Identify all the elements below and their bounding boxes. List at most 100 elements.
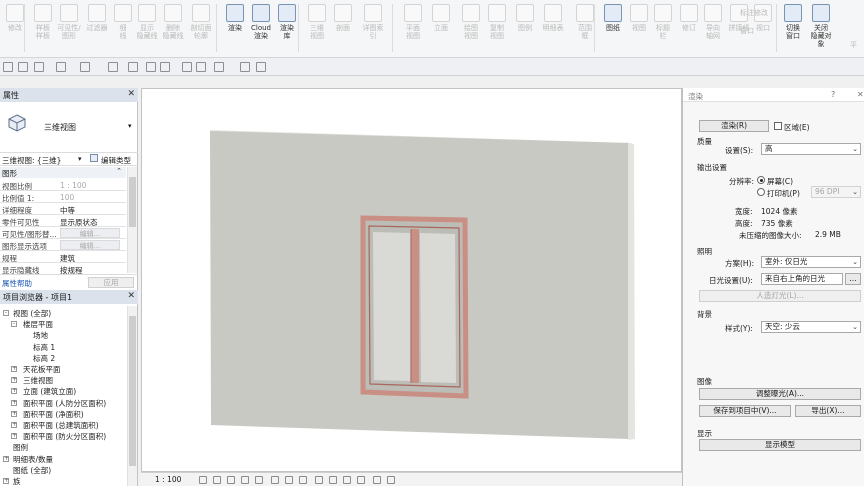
view-control-icon[interactable]	[285, 476, 293, 484]
view-control-icon[interactable]	[299, 476, 307, 484]
property-row[interactable]: 图形显示选项 编辑...	[0, 239, 126, 251]
background-style-select[interactable]: 天空: 少云 ⌄	[761, 321, 861, 333]
ribbon-button-15[interactable]: 立面	[428, 4, 454, 52]
instance-selector[interactable]: 三维视图: {三维}	[2, 155, 61, 166]
quick-access-tool-icon[interactable]	[240, 62, 250, 72]
ribbon-button-17[interactable]: 复制 视图	[484, 4, 510, 52]
ribbon-button-2[interactable]: 可见性/图形	[56, 4, 82, 52]
browser-item[interactable]: 楼层平面	[23, 319, 53, 330]
quality-setting-select[interactable]: 高 ⌄	[761, 143, 861, 155]
browser-item[interactable]: 明细表/数量	[13, 454, 53, 465]
browser-item[interactable]: 三维视图	[23, 375, 53, 386]
ribbon-button-28[interactable]: 切换 窗口	[780, 4, 806, 52]
properties-scrollbar[interactable]	[127, 167, 137, 273]
expand-icon[interactable]: +	[3, 478, 9, 484]
browser-scrollbar[interactable]	[127, 306, 137, 486]
ribbon-button-25[interactable]: 导向 轴网	[700, 4, 726, 52]
ribbon-button-29[interactable]: 关闭 隐藏对象	[808, 4, 834, 52]
properties-help-link[interactable]: 属性帮助	[2, 278, 32, 289]
apply-button[interactable]: 应用	[88, 277, 134, 288]
sun-setting-field[interactable]: 来自右上角的日光	[761, 273, 843, 285]
view-control-icon[interactable]	[373, 476, 381, 484]
ribbon-button-12[interactable]: 剖面	[330, 4, 356, 52]
render-button[interactable]: 渲染(R)	[699, 120, 769, 132]
browser-item[interactable]: 标高 1	[33, 342, 55, 353]
browser-item[interactable]: 面积平面 (净面积)	[23, 409, 84, 420]
ribbon-button-8[interactable]: 渲染	[222, 4, 248, 52]
quick-access-tool-icon[interactable]	[108, 62, 118, 72]
view-control-icon[interactable]	[271, 476, 279, 484]
type-dropdown-chevron-icon[interactable]: ▾	[128, 122, 132, 130]
ribbon-small-item[interactable]: 窗口	[740, 26, 754, 36]
collapse-icon[interactable]: -	[11, 321, 17, 328]
browser-item[interactable]: 标高 2	[33, 353, 55, 364]
view-control-icon[interactable]	[199, 476, 207, 484]
ribbon-button-13[interactable]: 详图索引	[360, 4, 386, 52]
ribbon-small-item[interactable]: 平	[850, 40, 857, 50]
printer-radio[interactable]	[757, 188, 765, 196]
ribbon-button-18[interactable]: 图例	[512, 4, 538, 52]
quick-access-tool-icon[interactable]	[182, 62, 192, 72]
property-edit-button[interactable]: 编辑...	[60, 228, 120, 238]
browser-item[interactable]: 图例	[13, 442, 28, 453]
artificial-lights-button[interactable]: 人造灯光(L)...	[699, 290, 861, 302]
ribbon-button-1[interactable]: 样板 样板	[30, 4, 56, 52]
ribbon-button-3[interactable]: 过滤器	[84, 4, 110, 52]
browser-item[interactable]: 面积平面 (总建筑面积)	[23, 420, 99, 431]
property-row[interactable]: 详细程度 中等	[0, 203, 126, 215]
dpi-select[interactable]: 96 DPI ⌄	[811, 186, 861, 198]
ribbon-button-4[interactable]: 细线	[110, 4, 136, 52]
expand-icon[interactable]: +	[11, 399, 17, 406]
view-scale[interactable]: 1 : 100	[155, 475, 181, 484]
browser-item[interactable]: 面积平面 (防火分区面积)	[23, 431, 106, 442]
browser-item[interactable]: 天花板平面	[23, 364, 61, 375]
quick-access-tool-icon[interactable]	[80, 62, 90, 72]
view-control-icon[interactable]	[213, 476, 221, 484]
property-edit-button[interactable]: 编辑...	[60, 240, 120, 250]
dialog-close-icon[interactable]: ✕	[857, 90, 864, 99]
browser-scroll-thumb[interactable]	[129, 316, 136, 466]
ribbon-button-14[interactable]: 平面 视图	[400, 4, 426, 52]
view-control-icon[interactable]	[315, 476, 323, 484]
property-row[interactable]: 零件可见性 显示原状态	[0, 215, 126, 227]
view-control-icon[interactable]	[387, 476, 395, 484]
edit-type-button[interactable]: 编辑类型	[101, 155, 131, 166]
properties-close-icon[interactable]: ✕	[127, 89, 135, 99]
show-model-button[interactable]: 显示模型	[699, 439, 861, 451]
quick-access-tool-icon[interactable]	[3, 62, 13, 72]
quick-access-tool-icon[interactable]	[256, 62, 266, 72]
ribbon-button-16[interactable]: 绘图 视图	[458, 4, 484, 52]
browser-item[interactable]: 图纸 (全部)	[13, 465, 51, 476]
expand-icon[interactable]: +	[11, 377, 17, 384]
quick-access-tool-icon[interactable]	[160, 62, 170, 72]
properties-scroll-thumb[interactable]	[129, 177, 136, 227]
quick-access-tool-icon[interactable]	[18, 62, 28, 72]
ribbon-button-9[interactable]: Cloud 渲染	[248, 4, 274, 52]
ribbon-button-5[interactable]: 显示 隐藏线	[134, 4, 160, 52]
quick-access-tool-icon[interactable]	[56, 62, 66, 72]
property-row[interactable]: 比例值 1: 100	[0, 191, 126, 203]
graphics-category-header[interactable]: 图形 ⌃	[0, 167, 126, 178]
view-control-icon[interactable]	[241, 476, 249, 484]
adjust-exposure-button[interactable]: 调整曝光(A)...	[699, 388, 861, 400]
view-control-icon[interactable]	[343, 476, 351, 484]
selector-chevron-icon[interactable]: ▾	[78, 155, 82, 163]
property-row[interactable]: 视图比例 1 : 100	[0, 179, 126, 191]
collapse-icon[interactable]: ⌃	[116, 167, 122, 175]
quick-access-tool-icon[interactable]	[146, 62, 156, 72]
expand-icon[interactable]: +	[11, 433, 17, 440]
quick-access-tool-icon[interactable]	[128, 62, 138, 72]
view-canvas[interactable]	[141, 88, 682, 472]
scheme-select[interactable]: 室外: 仅日光 ⌄	[761, 256, 861, 268]
export-button[interactable]: 导出(X)...	[795, 405, 861, 417]
screen-radio[interactable]	[757, 176, 765, 184]
ribbon-button-21[interactable]: 图纸	[600, 4, 626, 52]
view-control-icon[interactable]	[255, 476, 263, 484]
property-row[interactable]: 规程 建筑	[0, 251, 126, 263]
edit-type-icon[interactable]	[90, 154, 98, 162]
sun-setting-more-button[interactable]: ...	[845, 273, 861, 285]
expand-icon[interactable]: +	[11, 410, 17, 417]
ribbon-button-10[interactable]: 渲染库	[274, 4, 300, 52]
browser-close-icon[interactable]: ✕	[127, 291, 135, 301]
browser-item[interactable]: 面积平面 (人防分区面积)	[23, 398, 106, 409]
